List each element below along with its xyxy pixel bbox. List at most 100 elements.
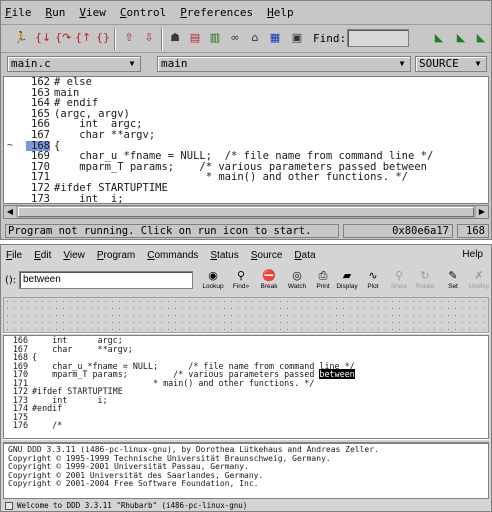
menu-program[interactable]: Program <box>97 250 135 261</box>
menu-help[interactable]: Help <box>462 249 483 260</box>
menu-run[interactable]: Run <box>46 6 66 19</box>
code-text: #endif <box>32 403 63 413</box>
scroll-left-icon[interactable]: ◀ <box>4 206 16 218</box>
undisp-button[interactable]: ✗ Undisp <box>465 269 492 295</box>
find-all-icon[interactable]: ◣ <box>473 30 489 46</box>
button-label: Display <box>336 283 358 290</box>
lookup-button[interactable]: ◉ Lookup <box>199 269 227 295</box>
plot-icon: ∿ <box>368 269 378 282</box>
show-button[interactable]: ⚲ Show <box>385 269 413 295</box>
chevron-down-icon[interactable]: ▼ <box>396 58 408 70</box>
toolbar-top: 🏃 {↓ {↷ {↑ {} ⇧ ⇩ ☗ ▤ ▥ ∞ ⌂ ▦ ▣ Find: ◣ … <box>1 25 491 53</box>
scroll-right-icon[interactable]: ▶ <box>476 206 488 218</box>
plot-button[interactable]: ∿ Plot <box>359 269 387 295</box>
chevron-down-icon[interactable]: ▼ <box>126 58 138 70</box>
threads-icon[interactable]: ▥ <box>207 30 223 46</box>
line-number[interactable]: 162 <box>26 77 50 88</box>
function-select[interactable]: main ▼ <box>157 56 411 72</box>
find-input[interactable] <box>347 29 409 47</box>
line-number[interactable]: 172 <box>26 183 50 194</box>
run-icon[interactable]: 🏃 <box>13 30 29 46</box>
menu-file[interactable]: File <box>5 6 32 19</box>
ddd-toolbar: (): between ◉ Lookup ⚲ Find» ⛔ Break ◎ Watch ⎙ Pr… <box>1 267 491 295</box>
scrollbar-thumb[interactable] <box>18 207 474 217</box>
watch-glasses-icon[interactable]: ∞ <box>227 30 243 46</box>
view-mode-select[interactable]: SOURCE ▼ <box>415 56 487 72</box>
code-text: int i; <box>54 192 124 204</box>
code-line[interactable]: 173 int i; <box>4 395 488 405</box>
menu-bar-top: File Run View Control Preferences Help <box>1 1 491 25</box>
source-selector-row: main.c ▼ main ▼ SOURCE ▼ <box>1 54 491 76</box>
console-icon[interactable]: ▣ <box>289 30 305 46</box>
break-button[interactable]: ⛔ Break <box>255 269 283 295</box>
menu-view[interactable]: View <box>79 6 106 19</box>
set-button[interactable]: ✎ Set <box>439 269 467 295</box>
display-button[interactable]: ▰ Display <box>333 269 361 295</box>
debugger-window-top: File Run View Control Preferences Help 🏃… <box>0 0 492 240</box>
menu-commands[interactable]: Commands <box>147 250 198 261</box>
button-label: Rotate <box>415 283 435 290</box>
button-label: Find» <box>232 283 250 290</box>
code-line[interactable]: 173 int i; <box>4 192 488 204</box>
find-prev-icon[interactable]: ◣ <box>431 30 447 46</box>
step-into-icon[interactable]: {↓ <box>35 30 51 46</box>
watch-icon: ◎ <box>292 269 302 282</box>
down-frame-icon[interactable]: ⇩ <box>141 30 157 46</box>
code-line[interactable]: 167 char **argv; <box>4 130 488 141</box>
code-line[interactable]: 174 #endif <box>4 404 488 413</box>
code-text: /* <box>32 420 63 430</box>
line-number[interactable]: 173 <box>26 193 50 203</box>
menu-edit[interactable]: Edit <box>34 250 51 261</box>
menu-view[interactable]: View <box>63 250 85 261</box>
memory-icon[interactable]: ▦ <box>267 30 283 46</box>
up-frame-icon[interactable]: ⇧ <box>121 30 137 46</box>
line-number[interactable]: 176 <box>12 421 28 430</box>
toolbar-separator <box>161 28 163 50</box>
find-icon: ⚲ <box>236 269 246 282</box>
debugger-console[interactable]: GNU DDD 3.3.11 (i486-pc-linux-gnu), by D… <box>3 443 489 499</box>
find-button[interactable]: ⚲ Find» <box>227 269 255 295</box>
find-next-icon[interactable]: ◣ <box>453 30 469 46</box>
break-icon: ⛔ <box>262 269 276 282</box>
menu-file[interactable]: File <box>6 250 22 261</box>
data-display-area[interactable] <box>3 297 489 333</box>
continue-icon[interactable]: {} <box>95 30 111 46</box>
code-line[interactable]: 176 /* <box>4 421 488 430</box>
chevron-down-icon[interactable]: ▼ <box>472 58 484 70</box>
button-label: Undisp <box>468 283 490 290</box>
line-number: 168 <box>457 224 489 238</box>
status-message: Welcome to DDD 3.3.11 "Rhubarb" (i486-pc… <box>17 501 248 510</box>
set-icon: ✎ <box>448 269 458 282</box>
home-icon[interactable]: ⌂ <box>247 30 263 46</box>
menu-source[interactable]: Source <box>251 250 283 261</box>
line-number[interactable]: 167 <box>26 130 50 141</box>
step-over-icon[interactable]: {↷ <box>55 30 71 46</box>
source-view-top[interactable]: 162 # else 163 main 164 # endif 165 (argc, argv… <box>3 76 489 204</box>
argument-input[interactable]: between <box>19 271 193 289</box>
menu-help[interactable]: Help <box>267 6 294 19</box>
code-text: char **argv; <box>32 343 133 354</box>
button-label: Plot <box>367 283 379 290</box>
rotate-icon: ↻ <box>420 269 430 282</box>
pc-address: 0x80e6a17 <box>343 224 453 238</box>
source-view-ddd[interactable]: 166 int argc; 167 char **argv; 168{169 cha… <box>3 335 489 439</box>
watch-button[interactable]: ◎ Watch <box>283 269 311 295</box>
function-select-value: main <box>161 57 188 70</box>
step-out-icon[interactable]: {↑ <box>75 30 91 46</box>
rotate-button[interactable]: ↻ Rotate <box>411 269 439 295</box>
file-select[interactable]: main.c ▼ <box>7 56 141 72</box>
stack-icon[interactable]: ▤ <box>187 30 203 46</box>
menu-control[interactable]: Control <box>120 6 166 19</box>
search-highlight: between <box>319 369 355 379</box>
find-label: Find: <box>313 32 347 45</box>
horizontal-scrollbar[interactable]: ◀ ▶ <box>3 205 489 219</box>
menu-data[interactable]: Data <box>294 250 315 261</box>
toolbar-separator <box>114 28 116 50</box>
status-indicator-icon[interactable] <box>5 502 13 510</box>
code-line[interactable]: 167 char **argv; <box>4 343 488 354</box>
code-line[interactable]: 175 <box>4 412 488 422</box>
menu-status[interactable]: Status <box>210 250 238 261</box>
breakpoint-icon[interactable]: ☗ <box>167 30 183 46</box>
menu-preferences[interactable]: Preferences <box>180 6 253 19</box>
console-line: Copyright © 2001-2004 Free Software Foun… <box>8 479 259 489</box>
